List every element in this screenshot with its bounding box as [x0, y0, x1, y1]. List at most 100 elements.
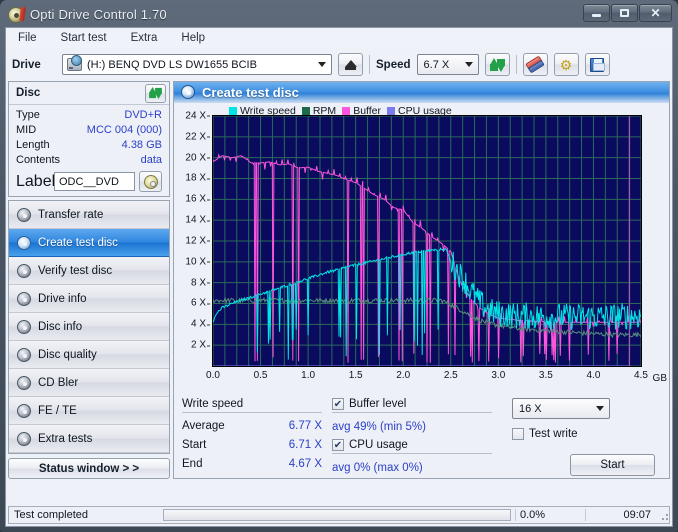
- legend-label: Write speed: [240, 104, 296, 117]
- menu-extra[interactable]: Extra: [127, 30, 162, 46]
- status-window-button[interactable]: Status window > >: [8, 458, 170, 479]
- disc-row-length: Length 4.38 GB: [16, 138, 162, 153]
- sidebar-item-disc-quality[interactable]: Disc quality: [9, 341, 169, 369]
- eraser-icon: [525, 55, 545, 74]
- x-axis-tick: 2.5: [443, 370, 458, 381]
- divider: [332, 453, 492, 454]
- disc-panel: Disc Type DVD+R MID MCC 004 (000) Length…: [8, 81, 170, 197]
- drive-select[interactable]: (H:) BENQ DVD LS DW1655 BCIB: [62, 54, 332, 75]
- legend-swatch: [301, 106, 310, 115]
- sidebar-item-drive-info[interactable]: Drive info: [9, 285, 169, 313]
- gear-icon: ⚙: [559, 56, 573, 73]
- disc-label-button[interactable]: [139, 171, 162, 192]
- buffer-level-value: avg 49% (min 5%): [332, 421, 426, 433]
- chart-plot[interactable]: [212, 114, 642, 367]
- settings-button[interactable]: ⚙: [553, 53, 579, 76]
- erase-button[interactable]: [522, 53, 548, 76]
- x-axis-tick: 4.5: [634, 370, 648, 381]
- sidebar-item-transfer-rate[interactable]: Transfer rate: [9, 201, 169, 229]
- menu-help[interactable]: Help: [177, 30, 209, 46]
- y-axis-tick: 10 X: [185, 256, 210, 268]
- main-area: Disc Type DVD+R MID MCC 004 (000) Length…: [6, 81, 672, 479]
- stat-key: Average: [182, 420, 225, 432]
- sidebar-item-fe-te[interactable]: FE / TE: [9, 397, 169, 425]
- toolbar-divider-1: [369, 55, 370, 74]
- stat-key: Start: [182, 439, 207, 451]
- minimize-button[interactable]: [583, 4, 610, 22]
- legend-item: RPM: [301, 105, 336, 117]
- buffer-cpu-column: ✔ Buffer level avg 49% (min 5%) ✔ CPU us…: [332, 398, 492, 478]
- resize-grip-icon[interactable]: [657, 509, 669, 521]
- cpu-usage-checkbox-row[interactable]: ✔ CPU usage: [332, 439, 492, 451]
- sidebar-item-label: Disc quality: [38, 348, 97, 361]
- disc-row-key: MID: [16, 124, 37, 136]
- speed-select-value: 6.7 X: [423, 58, 450, 71]
- maximize-button[interactable]: [611, 4, 638, 22]
- x-axis-tick: 4.0: [586, 370, 601, 381]
- y-axis-tick: 20 X: [185, 152, 210, 164]
- drive-icon: [67, 55, 82, 71]
- maximize-icon: [620, 9, 629, 17]
- app-icon: [8, 6, 24, 23]
- menu-file[interactable]: File: [14, 30, 41, 46]
- start-button[interactable]: Start: [570, 454, 655, 476]
- y-axis-tick: 22 X: [185, 131, 210, 143]
- disc-icon: [17, 207, 31, 222]
- x-axis-tick: 1.5: [348, 370, 363, 381]
- sidebar-item-extra-tests[interactable]: Extra tests: [9, 425, 169, 453]
- divider: [332, 412, 492, 413]
- sidebar-item-disc-info[interactable]: Disc info: [9, 313, 169, 341]
- controls-column: 16 X Test write Start: [502, 398, 661, 478]
- stat-key: End: [182, 458, 203, 470]
- disc-panel-title: Disc: [16, 87, 41, 99]
- disc-row-type: Type DVD+R: [16, 108, 162, 123]
- save-button[interactable]: [584, 53, 610, 76]
- close-button[interactable]: ✕: [639, 4, 672, 22]
- refresh-icon: [149, 87, 162, 99]
- legend-item: Write speed: [229, 105, 296, 117]
- disc-row-value: data: [140, 154, 162, 166]
- chevron-down-icon: [464, 62, 473, 67]
- sidebar-item-create-test-disc[interactable]: Create test disc: [9, 229, 169, 257]
- test-write-checkbox[interactable]: [512, 428, 524, 440]
- stats-area: Write speed Average 6.77 X Start 6.71 X …: [174, 392, 669, 478]
- eject-button[interactable]: [338, 53, 363, 76]
- chevron-down-icon: [318, 62, 326, 67]
- legend-item: CPU usage: [387, 105, 452, 117]
- floppy-save-icon: [590, 57, 606, 72]
- client-area: File Start test Extra Help Drive (H:) BE…: [5, 27, 673, 527]
- sidebar-item-verify-test-disc[interactable]: Verify test disc: [9, 257, 169, 285]
- refresh-button[interactable]: [484, 53, 510, 76]
- legend-swatch: [229, 106, 237, 115]
- speed-select[interactable]: 6.7 X: [416, 54, 479, 75]
- chart-y-axis: 2 X 4 X 6 X 8 X 10 X 12 X 14 X 16 X 18 X 20 X 22 X…: [174, 110, 211, 367]
- legend-label: Buffer: [353, 104, 382, 117]
- sidebar-item-cd-bler[interactable]: CD Bler: [9, 369, 169, 397]
- disc-refresh-button[interactable]: [145, 83, 166, 103]
- buffer-level-checkbox-row[interactable]: ✔ Buffer level: [332, 398, 492, 410]
- legend-label: CPU usage: [398, 104, 452, 117]
- buffer-level-checkbox[interactable]: ✔: [332, 398, 344, 410]
- disc-icon: [17, 235, 31, 250]
- content-panel: Create test disc Write speed RPM Buffer CPU…: [173, 81, 670, 479]
- eject-icon: [344, 60, 357, 67]
- x-axis-tick: 3.5: [538, 370, 553, 381]
- x-axis-tick: 0.5: [253, 370, 268, 381]
- cpu-usage-checkbox[interactable]: ✔: [332, 439, 344, 451]
- toolbar-divider-2: [515, 55, 517, 74]
- content-title: Create test disc: [202, 84, 299, 100]
- window-title: Opti Drive Control 1.70: [30, 7, 167, 22]
- content-header: Create test disc: [174, 82, 669, 103]
- menu-start-test[interactable]: Start test: [57, 30, 111, 46]
- disc-row-mid: MID MCC 004 (000): [16, 123, 162, 138]
- disc-row-value: MCC 004 (000): [86, 124, 162, 136]
- test-write-checkbox-row[interactable]: Test write: [512, 428, 661, 440]
- legend-swatch: [387, 106, 396, 115]
- stat-value: 6.77 X: [288, 420, 322, 432]
- write-speed-select[interactable]: 16 X: [512, 398, 610, 419]
- x-axis-tick: 1.0: [301, 370, 316, 381]
- stat-row-start: Start 6.71 X: [182, 436, 322, 455]
- chart-x-axis: 0.0 0.5 1.0 1.5 2.0 2.5 3.0 3.5 4.0 4.5: [206, 370, 669, 384]
- disc-icon: [17, 291, 31, 306]
- disc-label-input[interactable]: ODC__DVD: [54, 172, 135, 191]
